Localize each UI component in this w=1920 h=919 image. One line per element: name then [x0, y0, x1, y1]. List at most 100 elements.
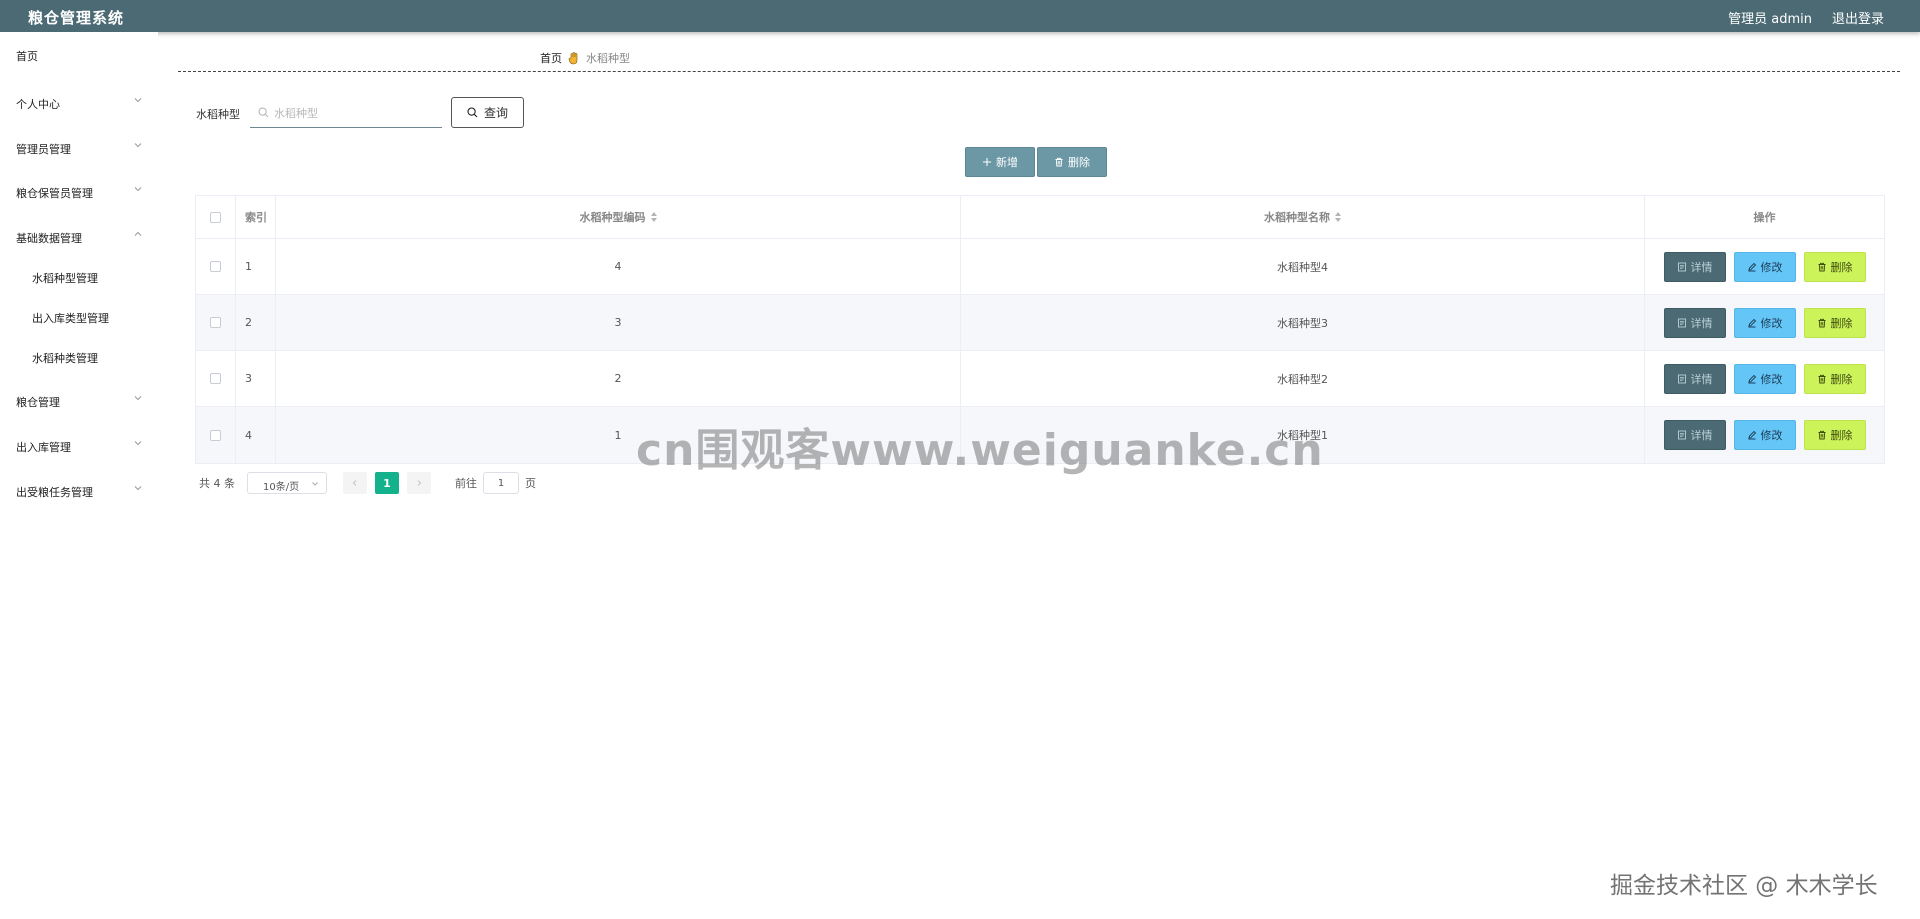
- row-check-cell: [196, 239, 236, 294]
- sidebar-item-label: 个人中心: [16, 98, 60, 111]
- row-check-cell: [196, 295, 236, 350]
- edit-icon: [1747, 262, 1756, 271]
- delete-label: 删除: [1830, 429, 1853, 442]
- trash-icon: [1818, 262, 1825, 271]
- header-name-label: 水稻种型名称: [1264, 211, 1330, 224]
- goto-page-input[interactable]: [483, 472, 519, 494]
- prev-page-button[interactable]: [343, 472, 367, 494]
- table-row: 3 2 水稻种型2 详情 修改 删除: [196, 351, 1884, 407]
- sidebar-item-keeper-management[interactable]: 粮仓保管员管理: [0, 179, 158, 205]
- row-name: 水稻种型4: [961, 239, 1645, 294]
- breadcrumb-divider: [178, 71, 1900, 72]
- plus-icon: [983, 158, 991, 166]
- page-size-select[interactable]: 10条/页: [247, 472, 327, 494]
- edit-button[interactable]: 修改: [1733, 363, 1796, 394]
- edit-button[interactable]: 修改: [1733, 420, 1796, 450]
- user-label: 管理员 admin: [1728, 12, 1812, 27]
- row-code: 3: [276, 295, 961, 350]
- sidebar-item-label: 管理员管理: [16, 143, 71, 156]
- delete-button[interactable]: 删除: [1803, 251, 1866, 282]
- edit-label: 修改: [1760, 372, 1783, 386]
- watermark-corner: 掘金技术社区 @ 木木学长: [1610, 873, 1878, 899]
- query-button-label: 查询: [483, 106, 508, 120]
- chevron-down-icon: [134, 441, 142, 446]
- batch-delete-label: 删除: [1068, 156, 1090, 169]
- top-header: 粮仓管理系统 管理员 admin 退出登录: [0, 0, 1920, 32]
- header-name[interactable]: 水稻种型名称: [961, 196, 1645, 238]
- delete-button[interactable]: 删除: [1803, 307, 1866, 338]
- app-title: 粮仓管理系统: [28, 9, 125, 27]
- row-checkbox[interactable]: [210, 429, 221, 441]
- edit-button[interactable]: 修改: [1733, 307, 1796, 338]
- edit-label: 修改: [1760, 316, 1783, 330]
- row-ops: 详情 修改 删除: [1645, 351, 1884, 406]
- sort-icon[interactable]: [650, 212, 657, 222]
- row-checkbox[interactable]: [210, 317, 221, 328]
- row-checkbox[interactable]: [210, 373, 221, 384]
- sort-icon[interactable]: [1335, 212, 1341, 222]
- sidebar-item-label: 出入库管理: [16, 441, 71, 454]
- delete-button[interactable]: 删除: [1803, 420, 1866, 450]
- row-ops: 详情 修改 删除: [1645, 239, 1884, 294]
- page-number-1[interactable]: 1: [375, 472, 399, 494]
- detail-button[interactable]: 详情: [1663, 251, 1726, 282]
- hand-icon: [568, 51, 578, 64]
- delete-button[interactable]: 删除: [1803, 363, 1866, 394]
- detail-button[interactable]: 详情: [1663, 363, 1726, 394]
- sidebar-item-base-data[interactable]: 基础数据管理: [0, 224, 158, 250]
- sidebar-item-label: 粮仓管理: [16, 396, 60, 409]
- sidebar-item-home[interactable]: 首页: [0, 42, 158, 68]
- chevron-right-icon: [417, 480, 422, 486]
- trash-icon: [1818, 318, 1825, 327]
- row-ops: 详情 修改 删除: [1645, 407, 1884, 463]
- row-code: 2: [276, 351, 961, 406]
- row-check-cell: [196, 351, 236, 406]
- row-index: 4: [236, 407, 276, 463]
- row-name: 水稻种型1: [961, 407, 1645, 463]
- row-code: 1: [276, 407, 961, 463]
- chevron-up-icon: [134, 231, 142, 236]
- breadcrumb-home[interactable]: 首页: [540, 50, 562, 66]
- logout-link[interactable]: 退出登录: [1832, 8, 1884, 27]
- row-checkbox[interactable]: [210, 261, 221, 272]
- query-button[interactable]: 查询: [451, 97, 524, 128]
- sidebar-item-inout-type[interactable]: 出入库类型管理: [0, 304, 158, 330]
- breadcrumb: 首页 水稻种型: [540, 50, 630, 66]
- edit-icon: [1747, 430, 1756, 440]
- add-button[interactable]: 新增: [965, 147, 1035, 177]
- table-row: 4 1 水稻种型1 详情 修改 删除: [196, 407, 1884, 463]
- sidebar-item-inout-management[interactable]: 出入库管理: [0, 433, 158, 459]
- row-name: 水稻种型3: [961, 295, 1645, 350]
- pagination: 共 4 条 10条/页 1 前往 页: [199, 471, 536, 495]
- page-size-value: 10条/页: [263, 482, 300, 493]
- detail-button[interactable]: 详情: [1663, 307, 1726, 338]
- search-input[interactable]: [274, 102, 434, 124]
- document-icon: [1677, 262, 1686, 271]
- trash-icon: [1818, 374, 1825, 383]
- header-code[interactable]: 水稻种型编码: [276, 196, 961, 238]
- chevron-down-icon: [134, 143, 142, 148]
- sidebar-item-admin-management[interactable]: 管理员管理: [0, 135, 158, 161]
- detail-button[interactable]: 详情: [1663, 420, 1726, 450]
- document-icon: [1677, 430, 1686, 440]
- chevron-down-icon: [134, 486, 142, 491]
- edit-button[interactable]: 修改: [1733, 251, 1796, 282]
- next-page-button[interactable]: [407, 472, 431, 494]
- chevron-down-icon: [134, 396, 142, 401]
- row-ops: 详情 修改 删除: [1645, 295, 1884, 350]
- search-icon: [258, 107, 269, 118]
- row-check-cell: [196, 407, 236, 463]
- sidebar-item-task-management[interactable]: 出受粮任务管理: [0, 478, 158, 504]
- trash-icon: [1055, 157, 1063, 167]
- delete-label: 删除: [1830, 316, 1853, 330]
- header-code-label: 水稻种型编码: [579, 211, 646, 224]
- select-all-checkbox[interactable]: [210, 211, 221, 223]
- sidebar-item-granary-management[interactable]: 粮仓管理: [0, 388, 158, 414]
- batch-delete-button[interactable]: 删除: [1037, 147, 1107, 177]
- row-name: 水稻种型2: [961, 351, 1645, 406]
- sidebar-item-rice-kind[interactable]: 水稻种类管理: [0, 344, 158, 370]
- sidebar-item-rice-type[interactable]: 水稻种型管理: [0, 264, 158, 290]
- chevron-down-icon: [312, 482, 318, 486]
- sidebar-item-personal-center[interactable]: 个人中心: [0, 90, 158, 116]
- goto-label: 前往: [455, 477, 477, 490]
